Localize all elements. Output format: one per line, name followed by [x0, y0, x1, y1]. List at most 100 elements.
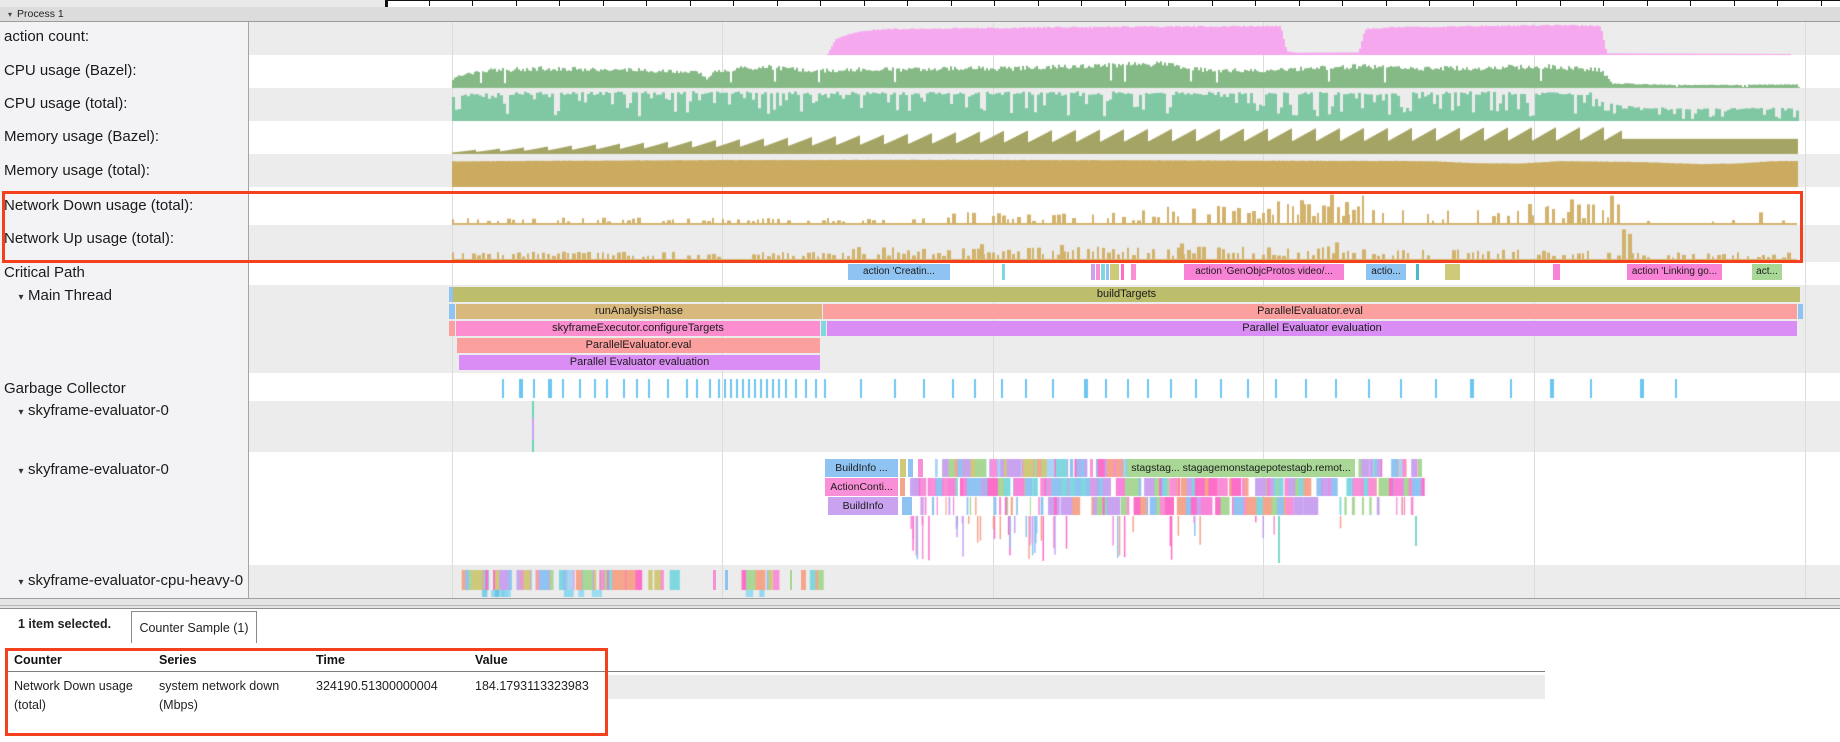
disclosure-triangle-icon[interactable]: ▾ [14, 288, 28, 306]
ruler-tick [864, 1, 865, 6]
sidebar-item-garbage-collector[interactable]: Garbage Collector [0, 379, 252, 399]
splitter-line [0, 605, 1840, 606]
segment-skyframe2-row-1[interactable]: ActionConti... [825, 478, 898, 496]
sidebar-item-label: skyframe-evaluator-cpu-heavy-0 [28, 572, 243, 589]
process-label: Process 1 [17, 8, 64, 20]
ruler-tick [1255, 1, 1256, 6]
sidebar-item-label: Memory usage (Bazel): [4, 128, 159, 145]
segment-sliver[interactable] [1110, 264, 1119, 280]
segment-sliver[interactable] [821, 321, 826, 336]
segment-sliver[interactable] [449, 304, 455, 319]
sidebar-item-cpu-usage-bazel[interactable]: CPU usage (Bazel): [0, 61, 252, 81]
segment-skyframe2-row-0[interactable]: stagstag... stagagemonstagepotestagb.rem… [1127, 459, 1355, 477]
ruler-tick [603, 1, 604, 6]
segment-sliver[interactable] [725, 570, 728, 590]
segment-sliver[interactable] [1131, 264, 1136, 280]
ruler-tick [1386, 1, 1387, 6]
segment-sliver[interactable] [908, 459, 913, 477]
sidebar-item-cpu-usage-total[interactable]: CPU usage (total): [0, 94, 252, 114]
sidebar-item-main-thread[interactable]: ▾Main Thread [0, 286, 262, 306]
segment-sliver[interactable] [1101, 264, 1105, 280]
timeline-ruler[interactable] [385, 0, 1840, 7]
ruler-tick [1734, 1, 1735, 6]
segment-critical-path[interactable]: actio... [1366, 264, 1406, 280]
ruler-tick [1690, 1, 1691, 6]
ruler-tick [1603, 1, 1604, 6]
ruler-tick [820, 1, 821, 6]
sidebar-item-skyframe-evaluator-0[interactable]: ▾skyframe-evaluator-0 [0, 401, 262, 421]
disclosure-triangle-icon[interactable]: ▾ [14, 462, 28, 480]
ruler-tick [1342, 1, 1343, 6]
trace-viewer: ▾ Process 1 action 'Creatin... action 'Gen… [0, 0, 1840, 742]
segment-sliver[interactable] [1106, 264, 1109, 280]
segment-sliver[interactable] [900, 459, 906, 477]
ruler-tick [1081, 1, 1082, 6]
segment-sliver[interactable] [902, 497, 912, 515]
ruler-tick [1125, 1, 1126, 6]
segment-main-thread-1[interactable]: runAnalysisPhase [456, 304, 822, 319]
sidebar-item-memory-usage-total[interactable]: Memory usage (total): [0, 161, 252, 181]
segment-skyframe2-row-0[interactable]: BuildInfo ... [825, 459, 898, 477]
segment-sliver[interactable] [713, 570, 716, 590]
collapse-triangle-icon[interactable]: ▾ [8, 10, 12, 19]
panel-splitter[interactable] [0, 598, 1840, 609]
sidebar-item-skyframe-evaluator-0[interactable]: ▾skyframe-evaluator-0 [0, 460, 262, 480]
sidebar-item-label: action count: [4, 28, 89, 45]
sidebar-item-label: Critical Path [4, 264, 85, 281]
segment-sliver[interactable] [449, 321, 455, 336]
sidebar-item-label: Garbage Collector [4, 380, 126, 397]
segment-main-thread-1[interactable]: ParallelEvaluator.eval [823, 304, 1797, 319]
sidebar-item-label: Memory usage (total): [4, 162, 150, 179]
segment-sliver[interactable] [790, 570, 792, 590]
segment-critical-path[interactable]: act... [1752, 264, 1782, 280]
segment-skyframe2-row-2[interactable]: BuildInfo [828, 497, 898, 515]
tab-counter-sample[interactable]: Counter Sample (1) [131, 611, 257, 643]
segment-main-thread-4[interactable]: Parallel Evaluator evaluation [459, 355, 820, 370]
segment-sliver[interactable] [1445, 264, 1460, 280]
disclosure-triangle-icon[interactable]: ▾ [14, 403, 28, 421]
ruler-tick [516, 1, 517, 6]
ruler-tick [1560, 1, 1561, 6]
ruler-tick [733, 1, 734, 6]
sidebar-item-skyframe-evaluator-cpu-heavy-0[interactable]: ▾skyframe-evaluator-cpu-heavy-0 [0, 571, 262, 591]
ruler-tick [1038, 1, 1039, 6]
segment-sliver[interactable] [918, 459, 923, 477]
sidebar-item-label: CPU usage (Bazel): [4, 62, 137, 79]
sidebar-item-critical-path[interactable]: Critical Path [0, 263, 252, 283]
ruler-empty-area [0, 0, 385, 7]
ruler-tick [777, 1, 778, 6]
ruler-tick [1212, 1, 1213, 6]
segment-critical-path[interactable]: action 'GenObjcProtos video/... [1184, 264, 1344, 280]
segment-sliver[interactable] [1002, 264, 1005, 280]
segment-main-thread-2[interactable]: skyframeExecutor.configureTargets [456, 321, 820, 336]
segment-sliver[interactable] [900, 478, 905, 496]
segment-critical-path[interactable]: action 'Linking go... [1627, 264, 1722, 280]
disclosure-triangle-icon[interactable]: ▾ [14, 573, 28, 591]
ruler-tick [646, 1, 647, 6]
sidebar-item-label: skyframe-evaluator-0 [28, 402, 169, 419]
ruler-tick [1473, 1, 1474, 6]
ruler-tick [1168, 1, 1169, 6]
segment-main-thread-0[interactable]: buildTargets [453, 287, 1800, 302]
segment-sliver[interactable] [1798, 304, 1803, 319]
ruler-tick [1429, 1, 1430, 6]
selection-status: 1 item selected. [18, 617, 111, 631]
sidebar-item-action-count[interactable]: action count: [0, 27, 252, 47]
segment-main-thread-3[interactable]: ParallelEvaluator.eval [457, 338, 820, 353]
sidebar-item-memory-usage-bazel[interactable]: Memory usage (Bazel): [0, 127, 252, 147]
table-row-extension [608, 675, 1545, 699]
timeline-chart-area[interactable]: action 'Creatin... action 'GenObjcProtos … [0, 22, 1840, 598]
segment-sliver[interactable] [1553, 264, 1560, 280]
annotation-box-network-rows [2, 191, 1803, 263]
ruler-tick [559, 1, 560, 6]
track-label-sidebar[interactable]: action count: CPU usage (Bazel): CPU usage… [0, 22, 249, 598]
segment-sliver[interactable] [1091, 264, 1095, 280]
ruler-tick [907, 1, 908, 6]
process-header[interactable]: ▾ Process 1 [0, 7, 1840, 22]
segment-sliver[interactable] [1121, 264, 1124, 280]
segment-sliver[interactable] [1096, 264, 1100, 280]
ruler-tick [994, 1, 995, 6]
segment-sliver[interactable] [1416, 264, 1419, 280]
segment-critical-path[interactable]: action 'Creatin... [848, 264, 950, 280]
segment-main-thread-2[interactable]: Parallel Evaluator evaluation [827, 321, 1797, 336]
